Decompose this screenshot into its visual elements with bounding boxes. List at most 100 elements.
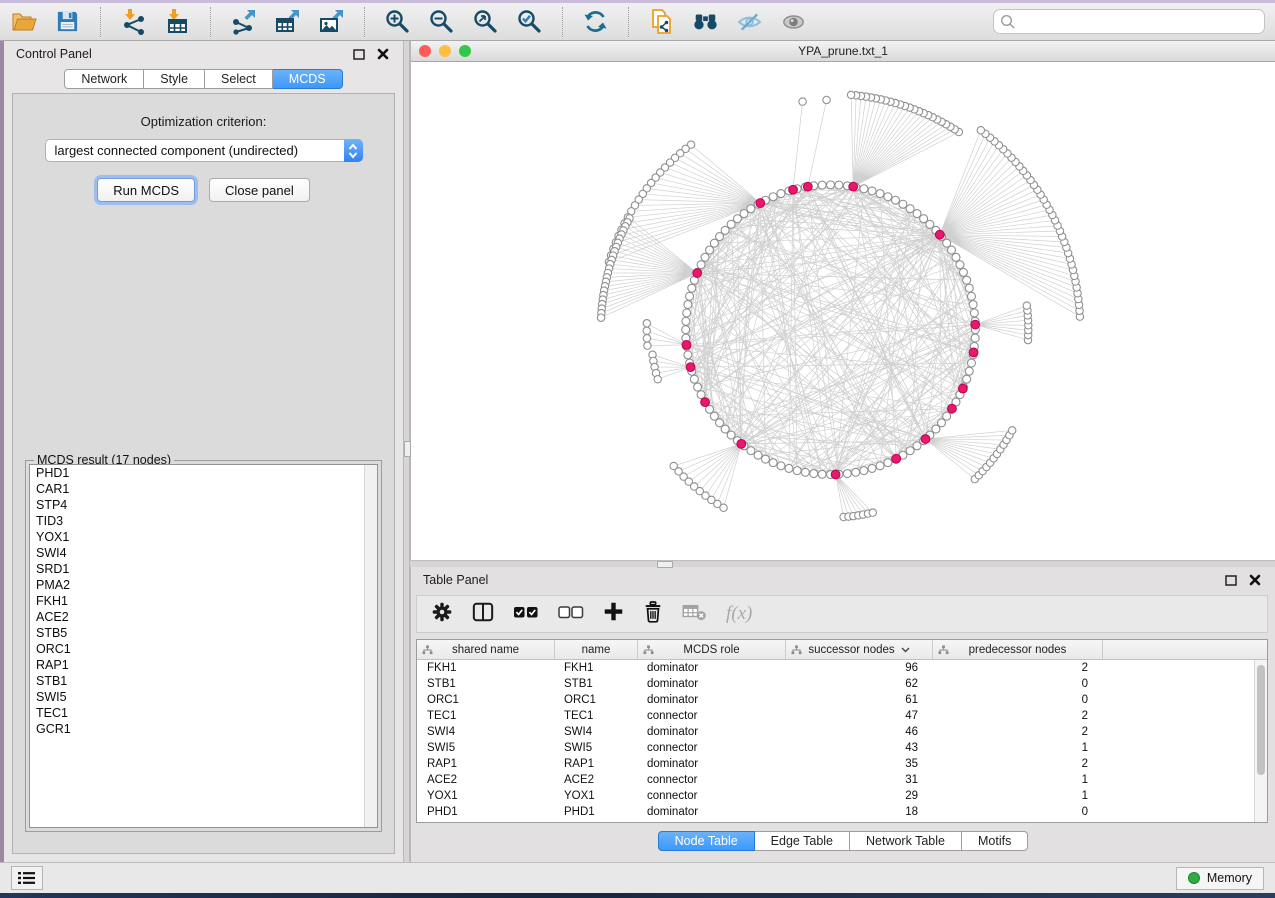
cell-name[interactable]: SWI5 bbox=[554, 740, 637, 756]
cell-role[interactable]: connector bbox=[637, 772, 785, 788]
cell-successors[interactable]: 46 bbox=[785, 724, 932, 740]
cell-role[interactable]: connector bbox=[637, 740, 785, 756]
mcds-list-item[interactable]: TID3 bbox=[30, 513, 377, 529]
tab-style[interactable]: Style bbox=[144, 69, 205, 89]
cell-successors[interactable]: 62 bbox=[785, 676, 932, 692]
cell-name[interactable]: STB1 bbox=[554, 676, 637, 692]
cell-predecessors[interactable]: 2 bbox=[932, 724, 1102, 740]
cell-name[interactable]: PHD1 bbox=[554, 804, 637, 820]
splitter-handle[interactable] bbox=[404, 441, 411, 457]
scrollbar-thumb[interactable] bbox=[1257, 665, 1265, 775]
mcds-list-item[interactable]: GCR1 bbox=[30, 721, 377, 737]
export-network-button[interactable] bbox=[230, 8, 257, 35]
cell-shared[interactable]: ORC1 bbox=[417, 692, 554, 708]
cell-shared[interactable]: TEC1 bbox=[417, 708, 554, 724]
cell-predecessors[interactable]: 1 bbox=[932, 772, 1102, 788]
float-panel-button[interactable] bbox=[351, 46, 367, 62]
zoom-fit-button[interactable] bbox=[472, 8, 499, 35]
cell-successors[interactable]: 29 bbox=[785, 788, 932, 804]
table-row[interactable]: SWI4SWI4dominator462 bbox=[417, 724, 1267, 740]
mcds-list-item[interactable]: SRD1 bbox=[30, 561, 377, 577]
apply-layout-button[interactable] bbox=[582, 8, 609, 35]
close-mcds-panel-button[interactable]: Close panel bbox=[209, 178, 310, 202]
unselect-all-columns-button[interactable] bbox=[558, 605, 584, 624]
search-input[interactable] bbox=[993, 9, 1265, 34]
vertical-splitter[interactable] bbox=[403, 41, 410, 862]
cell-predecessors[interactable]: 0 bbox=[932, 676, 1102, 692]
cell-predecessors[interactable]: 0 bbox=[932, 692, 1102, 708]
mcds-list-item[interactable]: RAP1 bbox=[30, 657, 377, 673]
tab-mcds[interactable]: MCDS bbox=[273, 69, 343, 89]
run-mcds-button[interactable]: Run MCDS bbox=[97, 178, 195, 202]
float-table-panel-button[interactable] bbox=[1223, 572, 1239, 588]
cell-successors[interactable]: 18 bbox=[785, 804, 932, 820]
network-window-titlebar[interactable]: YPA_prune.txt_1 bbox=[411, 41, 1275, 62]
task-history-button[interactable] bbox=[11, 866, 43, 890]
cell-name[interactable]: ORC1 bbox=[554, 692, 637, 708]
cell-predecessors[interactable]: 2 bbox=[932, 708, 1102, 724]
column-header-MCDS-role[interactable]: MCDS role bbox=[637, 640, 785, 659]
column-header-predecessor-nodes[interactable]: predecessor nodes bbox=[932, 640, 1102, 659]
table-scrollbar[interactable] bbox=[1254, 660, 1267, 822]
close-panel-button[interactable] bbox=[375, 46, 391, 62]
mcds-list-item[interactable]: PHD1 bbox=[30, 465, 377, 481]
table-row[interactable]: STB1STB1dominator620 bbox=[417, 676, 1267, 692]
select-all-columns-button[interactable] bbox=[513, 605, 539, 624]
cell-predecessors[interactable]: 1 bbox=[932, 740, 1102, 756]
mcds-list-item[interactable]: STB1 bbox=[30, 673, 377, 689]
close-table-panel-button[interactable] bbox=[1247, 572, 1263, 588]
cell-predecessors[interactable]: 2 bbox=[932, 660, 1102, 676]
cell-shared[interactable]: SWI4 bbox=[417, 724, 554, 740]
zoom-out-button[interactable] bbox=[428, 8, 455, 35]
mcds-list-item[interactable]: YOX1 bbox=[30, 529, 377, 545]
cell-shared[interactable]: STB1 bbox=[417, 676, 554, 692]
export-table-button[interactable] bbox=[274, 8, 301, 35]
mcds-result-list[interactable]: PHD1CAR1STP4TID3YOX1SWI4SRD1PMA2FKH1ACE2… bbox=[29, 464, 378, 828]
column-header-name[interactable]: name bbox=[554, 640, 637, 659]
table-row[interactable]: SWI5SWI5connector431 bbox=[417, 740, 1267, 756]
mcds-list-item[interactable]: ACE2 bbox=[30, 609, 377, 625]
cell-role[interactable]: dominator bbox=[637, 724, 785, 740]
mcds-list-item[interactable]: SWI4 bbox=[30, 545, 377, 561]
horizontal-splitter[interactable] bbox=[410, 560, 1275, 567]
splitter-handle[interactable] bbox=[657, 561, 673, 568]
cell-name[interactable]: SWI4 bbox=[554, 724, 637, 740]
column-header-successor-nodes[interactable]: successor nodes bbox=[785, 640, 932, 659]
table-row[interactable]: FKH1FKH1dominator962 bbox=[417, 660, 1267, 676]
table-row[interactable]: YOX1YOX1connector291 bbox=[417, 788, 1267, 804]
show-column-panel-button[interactable] bbox=[472, 601, 494, 628]
delete-column-button[interactable] bbox=[643, 601, 663, 628]
cell-shared[interactable]: PHD1 bbox=[417, 804, 554, 820]
cell-successors[interactable]: 31 bbox=[785, 772, 932, 788]
cell-role[interactable]: dominator bbox=[637, 804, 785, 820]
open-file-button[interactable] bbox=[10, 8, 37, 35]
cell-shared[interactable]: FKH1 bbox=[417, 660, 554, 676]
cell-successors[interactable]: 43 bbox=[785, 740, 932, 756]
zoom-in-button[interactable] bbox=[384, 8, 411, 35]
cell-role[interactable]: dominator bbox=[637, 676, 785, 692]
mcds-list-item[interactable]: STP4 bbox=[30, 497, 377, 513]
mcds-list-item[interactable]: TEC1 bbox=[30, 705, 377, 721]
cell-name[interactable]: RAP1 bbox=[554, 756, 637, 772]
table-row[interactable]: TEC1TEC1connector472 bbox=[417, 708, 1267, 724]
tab-node-table[interactable]: Node Table bbox=[658, 831, 755, 851]
show-graphics-button[interactable] bbox=[780, 8, 807, 35]
export-image-button[interactable] bbox=[318, 8, 345, 35]
mcds-list-item[interactable]: PMA2 bbox=[30, 577, 377, 593]
mcds-list-item[interactable]: STB5 bbox=[30, 625, 377, 641]
tab-edge-table[interactable]: Edge Table bbox=[755, 831, 850, 851]
cell-name[interactable]: TEC1 bbox=[554, 708, 637, 724]
cell-successors[interactable]: 47 bbox=[785, 708, 932, 724]
network-canvas[interactable] bbox=[411, 62, 1275, 560]
hide-graphics-button[interactable] bbox=[736, 8, 763, 35]
table-settings-button[interactable] bbox=[431, 601, 453, 628]
cell-successors[interactable]: 96 bbox=[785, 660, 932, 676]
create-column-button[interactable] bbox=[603, 601, 624, 627]
find-button[interactable] bbox=[692, 8, 719, 35]
column-header-shared-name[interactable]: shared name bbox=[417, 640, 554, 659]
cell-role[interactable]: connector bbox=[637, 788, 785, 804]
import-network-button[interactable] bbox=[120, 8, 147, 35]
cell-successors[interactable]: 35 bbox=[785, 756, 932, 772]
cell-name[interactable]: FKH1 bbox=[554, 660, 637, 676]
save-session-button[interactable] bbox=[54, 8, 81, 35]
